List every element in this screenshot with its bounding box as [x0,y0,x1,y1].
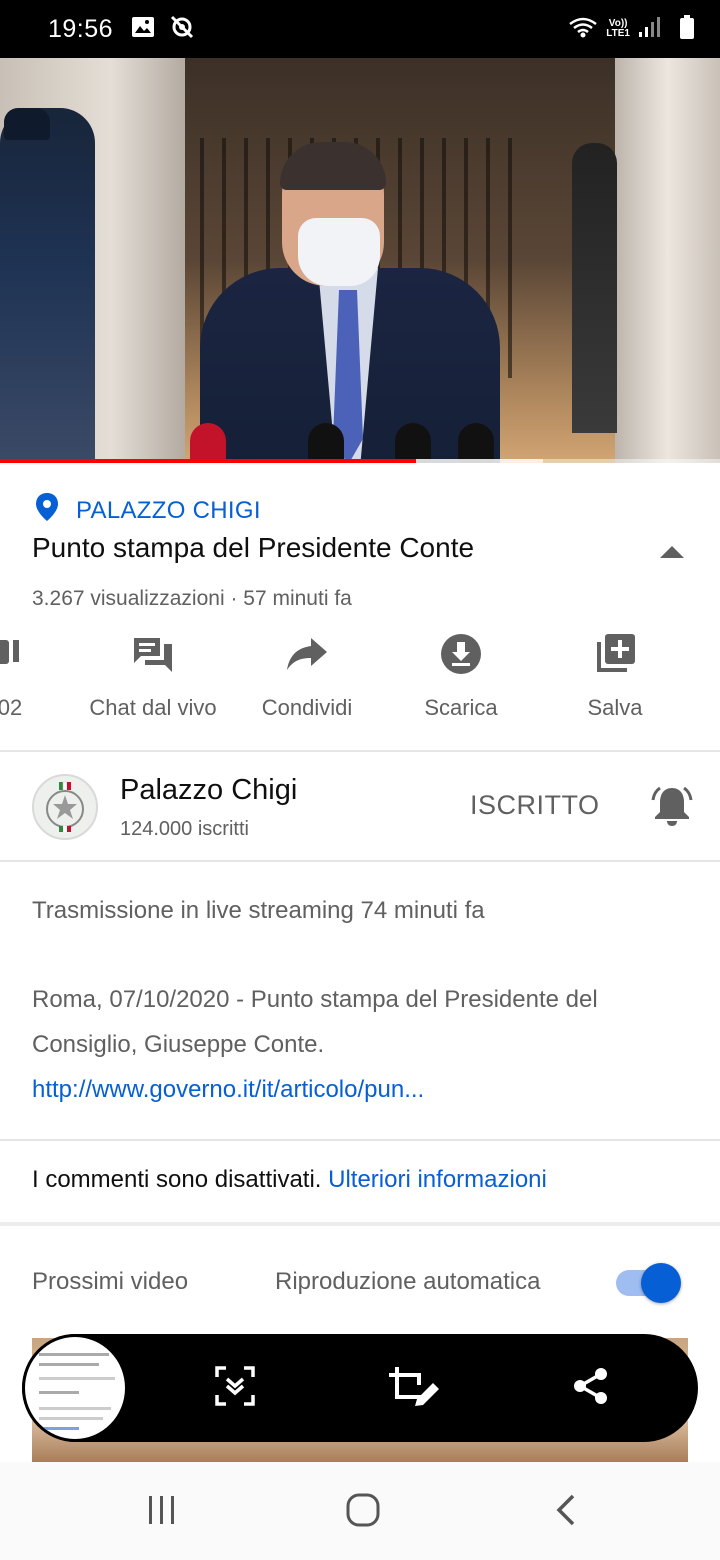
emblem-icon [46,781,84,832]
network-lte: LTE1 [606,28,630,39]
up-next-label: Prossimi video [32,1268,189,1295]
video-mic [308,423,344,463]
divider [0,1222,720,1226]
gallery-icon [131,16,155,43]
home-button[interactable] [341,1490,385,1534]
save-playlist-icon [593,632,637,681]
divider [0,860,720,862]
comments-disabled-text: I commenti sono disattivati. [32,1166,322,1193]
share-icon [285,632,329,681]
video-description: Trasmissione in live streaming 74 minuti… [32,888,692,1112]
back-button[interactable] [543,1490,587,1534]
stream-info: Trasmissione in live streaming 74 minuti… [32,897,485,924]
location-label: PALAZZO CHIGI [76,496,261,524]
divider [0,1139,720,1141]
preview-line [39,1417,103,1420]
live-chat-icon [131,632,175,681]
video-mic [190,423,226,463]
back-icon [553,1493,577,1532]
dislike-button[interactable]: 02 [0,632,30,721]
video-speaker-mask [298,218,380,286]
location-link[interactable]: PALAZZO CHIGI [34,492,261,529]
video-pillar-right [615,58,720,463]
comments-disabled-notice: I commenti sono disattivati. Ulteriori i… [32,1166,547,1194]
comments-more-info-link[interactable]: Ulteriori informazioni [328,1166,547,1193]
system-navigation-bar [0,1462,720,1560]
screenshot-preview[interactable] [22,1334,128,1442]
preview-line [39,1377,115,1380]
video-meta: 3.267 visualizzazioni · 57 minuti fa [32,587,352,610]
status-time: 19:56 [48,14,114,43]
live-chat-label: Chat dal vivo [89,695,217,720]
video-police-cap [4,108,50,140]
video-guard-figure [572,143,617,433]
subscribed-button[interactable]: ISCRITTO [470,790,600,821]
notification-bell-icon[interactable] [650,784,694,833]
preview-line [39,1391,79,1394]
settings-off-icon [169,14,195,45]
video-player[interactable] [0,58,720,463]
preview-line [39,1363,99,1366]
live-chat-button[interactable]: Chat dal vivo [83,632,223,721]
video-police-figure [0,108,95,463]
download-button[interactable]: Scarica [401,632,521,721]
download-icon [439,632,483,681]
download-label: Scarica [424,695,498,720]
preview-line [39,1427,79,1430]
channel-name[interactable]: Palazzo Chigi [120,774,297,807]
preview-line [39,1353,109,1356]
channel-subscribers: 124.000 iscritti [120,818,249,840]
wifi-icon [568,16,598,43]
network-label: Vo)) LTE1 [606,19,630,39]
scroll-capture-icon [214,1365,256,1412]
video-progress-fill [0,459,417,463]
description-link[interactable]: http://www.governo.it/it/articolo/pun... [32,1067,692,1112]
video-microphones [190,423,520,463]
share-button[interactable]: Condividi [247,632,367,721]
autoplay-toggle-knob[interactable] [641,1263,681,1303]
save-button[interactable]: Salva [555,632,675,721]
screenshot-share-button[interactable] [567,1364,615,1412]
video-mic [458,423,494,463]
crop-draw-icon [387,1365,441,1412]
channel-avatar[interactable] [32,774,98,840]
recent-apps-icon [145,1494,179,1531]
collapse-description-icon[interactable] [657,543,687,566]
description-body: Roma, 07/10/2020 - Punto stampa del Pres… [32,986,598,1058]
preview-line [39,1407,111,1410]
crop-edit-button[interactable] [387,1364,441,1412]
signal-icon [638,16,660,43]
video-progress-bar[interactable] [0,459,720,463]
recent-apps-button[interactable] [140,1490,184,1534]
video-title[interactable]: Punto stampa del Presidente Conte [32,532,474,564]
battery-icon [680,14,694,44]
location-pin-icon [34,492,60,529]
dislike-icon [0,632,25,681]
share-nodes-icon [572,1367,610,1410]
video-mic [395,423,431,463]
home-icon [345,1492,381,1533]
save-label: Salva [587,695,643,720]
dislike-count: 02 [0,695,23,720]
channel-row[interactable]: Palazzo Chigi 124.000 iscritti ISCRITTO [0,752,720,862]
share-label: Condividi [261,695,353,720]
autoplay-label: Riproduzione automatica [275,1268,541,1295]
action-row: 02 Chat dal vivo Condividi Scarica Salva [0,632,720,742]
scroll-capture-button[interactable] [211,1364,259,1412]
status-bar: 19:56 Vo)) LTE1 [0,0,720,58]
